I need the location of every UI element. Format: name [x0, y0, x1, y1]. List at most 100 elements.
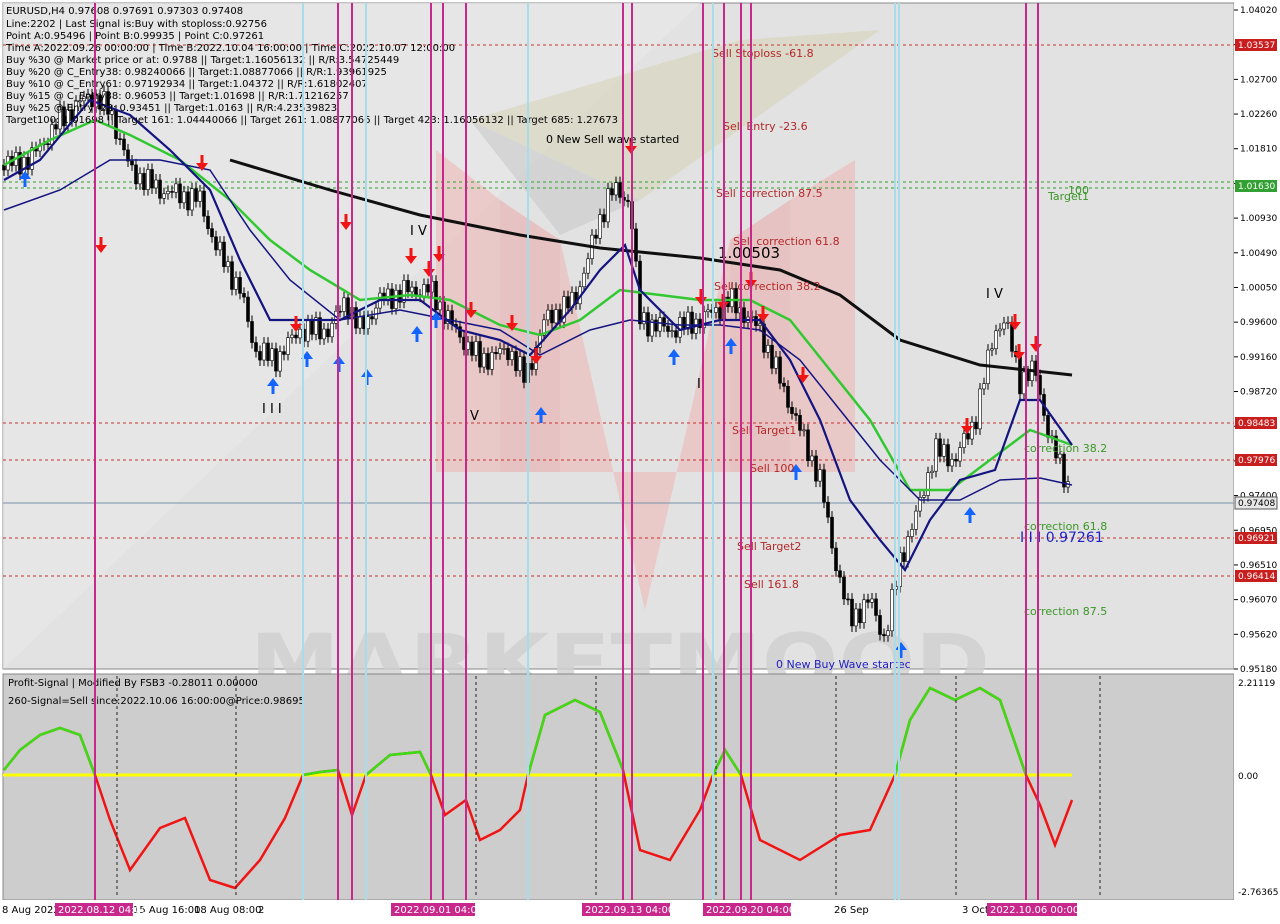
date-label-3: 18 Aug 08:00	[194, 905, 261, 916]
candle-body	[862, 599, 866, 624]
price-tick-label: 0.96070	[1240, 596, 1277, 606]
sell-correction-382-label: Sell correction 38.2	[714, 280, 821, 293]
candle-body	[182, 191, 186, 204]
candle-body	[482, 353, 486, 368]
candle-body	[490, 352, 494, 370]
candle-body	[854, 608, 858, 627]
candle-body	[1046, 415, 1050, 438]
highlight-label-2: 2022.09.01 04:00	[394, 905, 483, 916]
candle-body	[426, 284, 430, 293]
candle-body	[634, 228, 638, 262]
sell-entry-label: Sell Entry -23.6	[723, 120, 808, 133]
indicator-axis-zero: 0.00	[1238, 772, 1258, 782]
indicator-axis-bottom: -2.76365	[1238, 888, 1278, 898]
candle-body	[514, 351, 518, 372]
candle-body	[938, 438, 942, 457]
info-line-3: Time A:2022.09.26 00:00:00 | Time B:2022…	[5, 43, 455, 54]
candle-body	[146, 169, 150, 190]
indicator-signal-text: 260-Signal=Sell since:2022.10.06 16:00:0…	[8, 696, 305, 707]
candle-body	[682, 317, 686, 330]
info-line-1: Line:2202 | Last Signal is:Buy with stop…	[6, 19, 267, 30]
highlight-label-3: 2022.09.13 04:00	[585, 905, 674, 916]
candle-body	[262, 342, 266, 361]
candle-body	[778, 356, 782, 384]
info-line-6: Buy %10 @ C_Entry61: 0.97192934 || Targe…	[6, 79, 368, 90]
candle-body	[478, 341, 482, 368]
candle-body	[674, 330, 678, 338]
candle-body	[626, 199, 630, 202]
candle-body	[814, 455, 818, 482]
price-tick-label: 0.95620	[1240, 630, 1277, 640]
candle-body	[602, 214, 606, 223]
candle-body	[474, 341, 478, 356]
candle-body	[582, 272, 586, 288]
candle-body	[518, 356, 522, 372]
chart-window[interactable]: MARKETMOOD Sell Stoploss -61.8 Sell Entr…	[0, 0, 1280, 920]
candle-body	[686, 311, 690, 330]
candle-body	[130, 160, 134, 166]
candle-body	[486, 353, 490, 370]
candle-body	[890, 589, 894, 632]
candle-body	[982, 383, 986, 390]
candle-body	[910, 529, 914, 537]
candle-body	[794, 413, 798, 416]
date-label-6: 3 Oct	[962, 905, 989, 916]
candle-body	[290, 334, 294, 338]
candle-body	[494, 352, 498, 355]
candle-body	[954, 458, 958, 462]
candle-body	[422, 284, 426, 297]
candle-body	[238, 277, 242, 294]
candle-body	[226, 261, 230, 267]
candle-body	[878, 615, 882, 635]
candle-body	[154, 179, 158, 189]
candle-body	[1002, 322, 1006, 330]
candle-body	[666, 325, 670, 332]
candle-body	[506, 348, 510, 361]
candle-body	[946, 444, 950, 467]
candle-body	[930, 470, 934, 474]
candle-body	[510, 351, 514, 361]
candle-body	[150, 169, 154, 189]
candle-body	[158, 179, 162, 199]
candle-body	[998, 328, 1002, 332]
candle-body	[214, 236, 218, 251]
candle-body	[654, 319, 658, 332]
point-c-label: I I I 0.97261	[1020, 530, 1104, 546]
candle-body	[818, 469, 822, 482]
candle-body	[502, 348, 506, 350]
candle-body	[370, 316, 374, 320]
candle-body	[866, 599, 870, 603]
wave-iii-label: I I I	[262, 402, 282, 417]
price-tick-label: 1.04020	[1240, 6, 1277, 16]
candle-body	[118, 138, 122, 140]
indicator-panel[interactable]	[2, 673, 1235, 901]
candle-body	[414, 286, 418, 296]
candle-body	[726, 296, 730, 308]
candle-body	[566, 296, 570, 309]
candle-body	[178, 183, 182, 204]
price-tick-label: 0.95180	[1240, 665, 1277, 675]
price-tick-label: 1.00930	[1240, 214, 1277, 224]
candle-body	[838, 570, 842, 578]
candle-body	[610, 188, 614, 196]
price-axis	[1234, 3, 1280, 900]
candle-body	[850, 598, 854, 627]
candle-body	[246, 296, 250, 322]
date-label-4: 2	[258, 905, 264, 916]
candle-body	[830, 516, 834, 549]
candle-body	[206, 215, 210, 229]
price-tick-label: 1.00050	[1240, 283, 1277, 293]
candle-body	[122, 138, 126, 151]
candle-body	[358, 316, 362, 329]
candle-body	[798, 415, 802, 431]
tag-s2: 0.96414	[1238, 572, 1275, 582]
candle-body	[658, 317, 662, 332]
candle-body	[698, 318, 702, 329]
indicator-axis-top: 2.21119	[1238, 679, 1275, 689]
candle-body	[546, 309, 550, 321]
candle-body	[614, 182, 618, 196]
candle-body	[202, 190, 206, 217]
candle-body	[594, 234, 598, 239]
candle-body	[198, 190, 202, 202]
info-line-9: Target100: 1.01698 || Target 161: 1.0444…	[5, 115, 618, 126]
